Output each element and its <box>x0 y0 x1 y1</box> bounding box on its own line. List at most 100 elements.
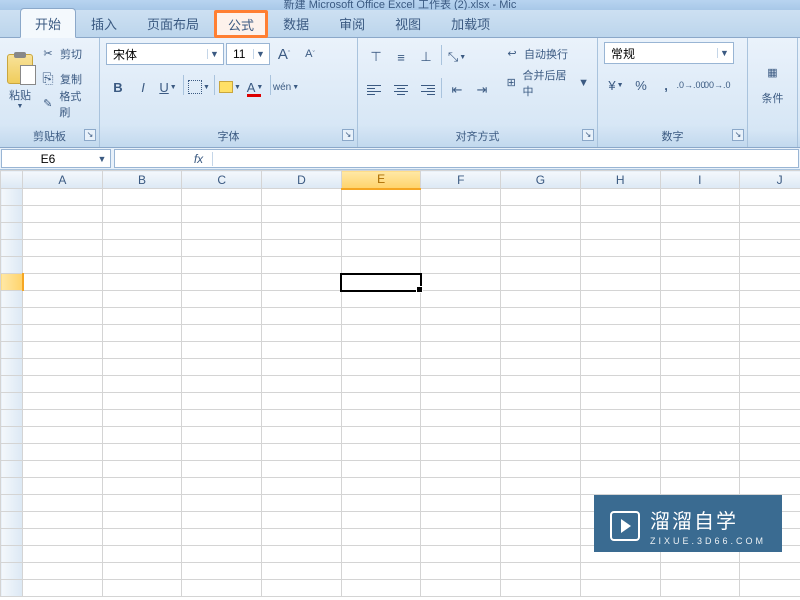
cell[interactable] <box>262 461 342 478</box>
cell[interactable] <box>501 393 581 410</box>
cell[interactable] <box>182 274 262 291</box>
cell[interactable] <box>102 512 182 529</box>
cell[interactable] <box>580 461 660 478</box>
cell[interactable] <box>421 342 501 359</box>
cell[interactable] <box>501 291 581 308</box>
cell[interactable] <box>23 376 103 393</box>
cell[interactable] <box>580 240 660 257</box>
row-header[interactable] <box>1 495 23 512</box>
cell[interactable] <box>341 512 421 529</box>
row-header[interactable] <box>1 206 23 223</box>
cell[interactable] <box>23 308 103 325</box>
cell[interactable] <box>23 359 103 376</box>
increase-decimal-button[interactable]: .0→.00 <box>679 73 703 97</box>
cell[interactable] <box>501 376 581 393</box>
tab-data[interactable]: 数据 <box>268 8 324 37</box>
cut-button[interactable]: 剪切 <box>38 42 93 65</box>
cell[interactable] <box>501 512 581 529</box>
cell[interactable] <box>660 206 740 223</box>
cell[interactable] <box>740 427 800 444</box>
cell[interactable] <box>580 189 660 206</box>
cell[interactable] <box>262 444 342 461</box>
cell[interactable] <box>501 427 581 444</box>
align-left-button[interactable] <box>364 78 388 102</box>
cell[interactable] <box>740 444 800 461</box>
cell[interactable] <box>23 512 103 529</box>
font-color-button[interactable]: A▼ <box>243 75 267 99</box>
cell[interactable] <box>341 580 421 597</box>
cell[interactable] <box>23 223 103 240</box>
cell[interactable] <box>501 189 581 206</box>
cell[interactable] <box>182 461 262 478</box>
cell[interactable] <box>23 427 103 444</box>
col-header[interactable]: G <box>501 171 581 189</box>
cell[interactable] <box>501 444 581 461</box>
cell[interactable] <box>740 563 800 580</box>
cell[interactable] <box>182 563 262 580</box>
cell[interactable] <box>182 206 262 223</box>
cell[interactable] <box>102 206 182 223</box>
cell[interactable] <box>182 223 262 240</box>
row-header[interactable] <box>1 427 23 444</box>
cell[interactable] <box>421 393 501 410</box>
cell[interactable] <box>421 206 501 223</box>
cell[interactable] <box>660 427 740 444</box>
cell[interactable] <box>501 410 581 427</box>
cell[interactable] <box>23 546 103 563</box>
cell[interactable] <box>182 393 262 410</box>
cell[interactable] <box>501 325 581 342</box>
italic-button[interactable]: I <box>131 75 155 99</box>
formula-input[interactable] <box>213 150 798 167</box>
cell[interactable] <box>421 461 501 478</box>
cell[interactable] <box>23 461 103 478</box>
cell[interactable] <box>740 240 800 257</box>
underline-button[interactable]: U▼ <box>156 75 180 99</box>
col-header[interactable]: B <box>102 171 182 189</box>
cell[interactable] <box>660 274 740 291</box>
row-header[interactable] <box>1 529 23 546</box>
cell[interactable] <box>182 546 262 563</box>
row-header[interactable] <box>1 257 23 274</box>
row-header[interactable] <box>1 546 23 563</box>
cell[interactable] <box>660 223 740 240</box>
cell[interactable] <box>501 223 581 240</box>
cell[interactable] <box>740 189 800 206</box>
row-header[interactable] <box>1 359 23 376</box>
cell[interactable] <box>580 223 660 240</box>
cell[interactable] <box>660 342 740 359</box>
cell[interactable] <box>421 274 501 291</box>
cell[interactable] <box>421 546 501 563</box>
cell[interactable] <box>262 512 342 529</box>
cell[interactable] <box>341 325 421 342</box>
cell[interactable] <box>421 478 501 495</box>
col-header[interactable]: C <box>182 171 262 189</box>
cell[interactable] <box>341 410 421 427</box>
cell[interactable] <box>421 240 501 257</box>
col-header[interactable]: A <box>23 171 103 189</box>
cell[interactable] <box>501 563 581 580</box>
cell[interactable] <box>23 580 103 597</box>
tab-view[interactable]: 视图 <box>380 8 436 37</box>
col-header[interactable]: H <box>580 171 660 189</box>
cell[interactable] <box>102 359 182 376</box>
cell[interactable] <box>262 580 342 597</box>
cell[interactable] <box>660 376 740 393</box>
cell[interactable] <box>182 342 262 359</box>
cell[interactable] <box>102 580 182 597</box>
cell[interactable] <box>740 206 800 223</box>
conditional-format-button[interactable]: ▦条件 <box>754 42 791 122</box>
format-painter-button[interactable]: 格式刷 <box>38 92 93 115</box>
col-header[interactable]: I <box>660 171 740 189</box>
col-header[interactable]: E <box>341 171 421 189</box>
row-header[interactable] <box>1 478 23 495</box>
fill-color-button[interactable]: ▼ <box>218 75 242 99</box>
cell[interactable] <box>421 512 501 529</box>
name-box[interactable]: E6 ▼ <box>1 149 111 168</box>
wrap-text-button[interactable]: ↩自动换行 <box>502 42 591 65</box>
cell[interactable] <box>102 274 182 291</box>
cell[interactable] <box>580 206 660 223</box>
cell[interactable] <box>341 223 421 240</box>
cell[interactable] <box>421 325 501 342</box>
cell[interactable] <box>102 461 182 478</box>
cell[interactable] <box>740 291 800 308</box>
